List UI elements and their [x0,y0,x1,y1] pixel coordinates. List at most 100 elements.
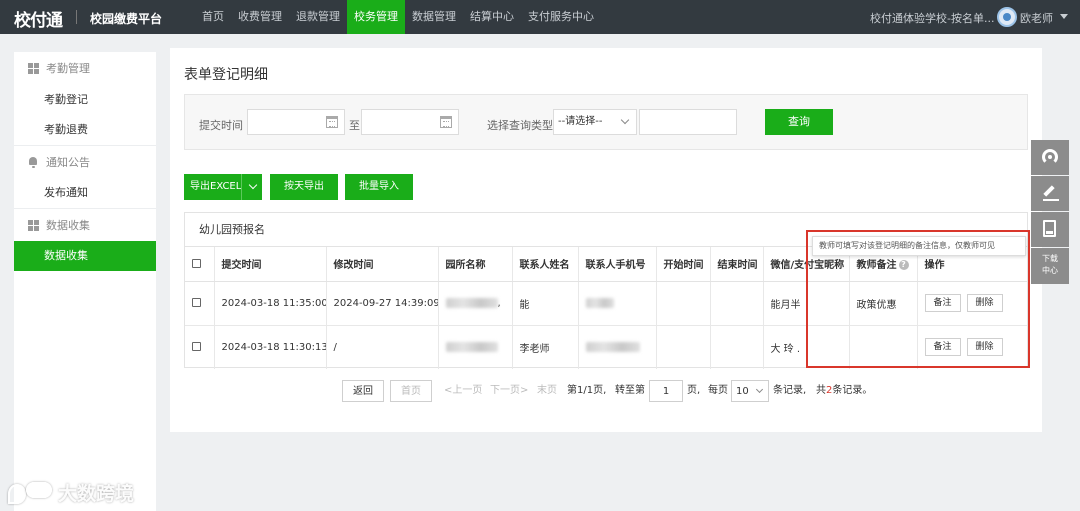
filter-bar: 提交时间 至 选择查询类型 --请选择-- 查询 [184,94,1028,150]
platform-title: 校园缴费平台 [90,12,163,26]
sidebar-group-label: 数据收集 [46,218,90,232]
modify-time-cell: / [326,325,439,369]
sidebar-item-attendance-register[interactable]: 考勤登记 [14,85,156,115]
submit-time-cell: 2024-03-18 11:30:13 [214,325,327,369]
page-info: 第1/1页, [567,385,607,396]
table-row: 2024-03-18 11:35:00 2024-09-27 14:39:09 … [185,281,1027,326]
per-page-select[interactable]: 10 [731,380,769,402]
batch-import-button[interactable]: 批量导入 [345,174,413,200]
user-name[interactable]: 欧老师 [1020,10,1053,26]
sidebar: 考勤管理 考勤登记 考勤退费 通知公告 发布通知 数据收集 数据收集 [14,52,156,511]
divider [241,174,242,200]
school-selector[interactable]: 校付通体验学校-按名单... [870,10,994,26]
column-header[interactable]: 园所名称 [438,247,513,282]
query-value-input[interactable] [639,109,737,135]
delete-button[interactable]: 删除 [966,294,1003,312]
watermark: 大数跨境 [8,478,134,506]
total-suffix: 条记录。 [832,385,873,396]
note-button[interactable]: 备注 [924,338,961,357]
start-time-cell [656,281,711,326]
blurred-text [445,341,498,352]
avatar[interactable] [997,7,1017,27]
blurred-text [585,297,614,308]
select-all-checkbox[interactable] [192,258,201,268]
manual-button[interactable] [1031,212,1069,247]
sidebar-group-notices: 通知公告 [14,145,156,178]
first-page-button[interactable]: 首页 [390,380,432,402]
goto-page-input[interactable]: 1 [649,380,683,402]
row-select-cell [185,281,215,326]
total-records: 共2条记录。 [816,380,872,402]
last-page-link[interactable]: 末页 [537,380,557,402]
chevron-down-icon[interactable] [1060,14,1068,19]
float-toolbar: 下载 中心 [1031,140,1069,285]
delete-button[interactable]: 删除 [966,338,1003,357]
start-time-cell [656,325,711,369]
submit-time-label: 提交时间 [199,119,243,132]
submit-time-cell: 2024-03-18 11:35:00 [214,281,327,326]
query-button[interactable]: 查询 [765,109,833,135]
logo-divider [76,10,77,24]
nav-settlement-center[interactable]: 结算中心 [463,0,521,34]
per-page-value: 10 [736,386,749,397]
prev-page-link[interactable]: <上一页 [444,380,482,402]
contact-name-cell: 能 [512,281,579,326]
nav-refund-management[interactable]: 退款管理 [289,0,347,34]
modify-time-cell: 2024-09-27 14:39:09 [326,281,439,326]
sidebar-item-publish-notice[interactable]: 发布通知 [14,178,156,208]
column-header[interactable]: 提交时间 [214,247,327,282]
row-checkbox[interactable] [192,298,201,307]
nickname-cell: 能月半 [763,281,850,326]
nav-fee-management[interactable]: 收费管理 [231,0,289,34]
grid-icon [28,63,39,74]
registration-table: 提交时间 修改时间 园所名称 联系人姓名 联系人手机号 开始时间 结束时间 微信… [185,247,1027,369]
nav-home[interactable]: 首页 [195,0,231,34]
column-header[interactable]: 修改时间 [326,247,439,282]
nav-payment-service[interactable]: 支付服务中心 [521,0,601,34]
column-header[interactable]: 开始时间 [656,247,711,282]
sidebar-item-attendance-refund[interactable]: 考勤退费 [14,115,156,145]
to-label: 至 [349,119,360,132]
sidebar-group-label: 考勤管理 [46,62,90,75]
book-icon [1043,220,1056,237]
main-nav: 首页 收费管理 退款管理 校务管理 数据管理 结算中心 支付服务中心 [195,0,601,34]
start-date-input[interactable] [247,109,345,135]
download-center-line1: 下载 [1042,254,1058,263]
school-name-cell [438,325,513,369]
end-time-cell [710,325,764,369]
chevron-down-icon[interactable] [248,180,258,190]
next-page-link[interactable]: 下一页> [490,380,528,402]
sidebar-item-data-collection[interactable]: 数据收集 [14,241,156,271]
goto-label: 转至第 [615,385,645,396]
top-bar: 校付通 校园缴费平台 首页 收费管理 退款管理 校务管理 数据管理 结算中心 支… [0,0,1080,34]
school-name-cell: , [438,281,513,326]
download-center-line2: 中心 [1042,266,1058,275]
calendar-icon[interactable] [440,116,452,128]
sidebar-group-label: 通知公告 [46,155,90,169]
query-type-select[interactable]: --请选择-- [553,109,637,135]
nav-school-affairs[interactable]: 校务管理 [347,0,405,34]
customer-service-button[interactable] [1031,140,1069,175]
help-icon[interactable]: ? [898,260,909,271]
note-button[interactable]: 备注 [924,294,961,312]
export-excel-button[interactable]: 导出EXCEL [184,174,262,200]
records-label: 条记录, [773,385,807,396]
per-page-label: 每页 [708,385,728,396]
calendar-icon[interactable] [326,116,338,128]
download-center-button[interactable]: 下载 中心 [1031,248,1069,284]
row-checkbox[interactable] [192,342,201,352]
feedback-button[interactable] [1031,176,1069,211]
nickname-cell: 大 玲 . [763,325,850,369]
contact-name-cell: 李老师 [512,325,579,369]
nav-data-management[interactable]: 数据管理 [405,0,463,34]
back-button[interactable]: 返回 [342,380,384,402]
end-date-input[interactable] [361,109,459,135]
column-header[interactable]: 结束时间 [710,247,764,282]
column-header[interactable]: 联系人手机号 [578,247,657,282]
table-row: 2024-03-18 11:30:13 / 李老师 大 玲 . 备注 删除 [185,325,1027,369]
column-header[interactable]: 联系人姓名 [512,247,579,282]
export-by-day-button[interactable]: 按天导出EXCEL [270,174,338,218]
logo[interactable]: 校付通 [14,6,63,31]
watermark-text: 大数跨境 [58,482,135,505]
teacher-note-tooltip: 教师可填写对该登记明细的备注信息，仅教师可见 [812,236,1026,256]
